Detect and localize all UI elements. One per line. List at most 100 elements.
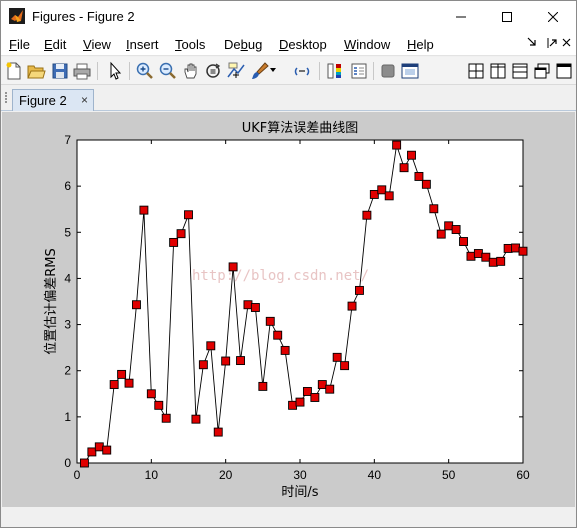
data-point-marker [444,221,454,231]
tile-grid-icon[interactable] [466,61,486,81]
insert-legend-icon[interactable] [349,61,369,81]
data-point-marker [184,210,193,220]
window-title: Figures - Figure 2 [32,9,135,24]
print-icon[interactable] [72,61,92,81]
menu-edit[interactable]: Edit [44,37,66,52]
menu-tools[interactable]: Tools [175,37,205,52]
x-tick-label: 30 [293,468,307,482]
insert-colorbar-icon[interactable] [325,61,345,81]
data-cursor-icon[interactable] [226,61,246,81]
data-point-marker [511,243,521,253]
menu-view[interactable]: View [83,37,111,52]
data-point-marker [139,205,149,215]
data-point-marker [496,256,506,266]
data-point-marker [109,380,119,390]
menu-bar: File Edit View Insert Tools Debug Deskto… [1,32,576,56]
y-axis-label: 位置估计偏差RMS [44,248,59,355]
close-window-button[interactable] [530,1,576,32]
menu-insert[interactable]: Insert [126,37,159,52]
data-point-marker [228,262,238,272]
show-plot-tools-icon[interactable] [400,61,420,81]
data-point-marker [325,384,335,394]
data-point-marker [221,356,231,366]
data-point-marker [355,285,364,295]
data-point-marker [332,352,342,362]
data-point-marker [488,257,498,267]
left-right-split-icon[interactable] [488,61,508,81]
data-point-marker [369,189,379,199]
data-point-marker [459,237,468,246]
hide-plot-tools-icon[interactable] [378,61,398,81]
data-point-marker [94,442,104,452]
open-file-icon[interactable] [26,61,46,81]
data-point-marker [154,400,164,410]
toolbar-separator [319,62,320,80]
pan-hand-icon[interactable] [181,61,201,81]
data-point-marker [288,400,298,410]
data-point-marker [295,397,305,407]
data-point-marker [310,393,320,402]
top-bottom-split-icon[interactable] [510,61,530,81]
data-point-marker [124,378,134,388]
matlab-app-icon [9,8,25,24]
figure-toolbar [1,57,576,85]
y-tick-label: 7 [64,133,71,147]
close-doc-icon[interactable] [562,37,571,52]
plot-title: UKF算法误差曲线图 [242,121,359,136]
rotate-3d-icon[interactable] [203,61,223,81]
dock-arrow-icon[interactable] [527,37,537,52]
data-point-marker [384,191,394,201]
data-point-marker [161,413,171,423]
x-tick-label: 50 [442,468,456,482]
x-tick-label: 60 [516,468,530,482]
data-point-marker [198,360,208,370]
brush-dropdown-arrow-icon[interactable] [269,66,277,74]
menu-desktop[interactable]: Desktop [279,37,327,52]
new-figure-icon[interactable] [4,61,24,81]
x-axis-label: 时间/s [281,485,318,500]
data-point-marker [87,447,97,457]
data-point-marker [79,458,89,468]
zoom-in-icon[interactable] [135,61,155,81]
menu-file[interactable]: File [9,37,30,52]
float-window-icon[interactable] [532,61,552,81]
figure-canvas: 0 10 20 30 40 50 60 0 1 2 3 4 5 6 7 http://blog.csdn.n… [2,112,575,507]
y-tick-label: 5 [64,225,71,239]
zoom-out-icon[interactable] [158,61,178,81]
y-tick-label: 4 [64,271,71,285]
title-bar: Figures - Figure 2 [1,1,576,32]
tab-figure-2[interactable]: Figure 2 × [12,89,94,111]
toolbar-separator [97,62,98,80]
data-point-marker [132,300,141,310]
data-point-marker [280,345,290,355]
x-tick-label: 40 [368,468,382,482]
plot-svg: 0 10 20 30 40 50 60 0 1 2 3 4 5 6 7 http://blog.csdn.n… [44,121,530,500]
link-plot-icon[interactable] [292,61,312,81]
data-point-marker [399,163,409,173]
y-tick-label: 2 [64,364,71,378]
edit-plot-arrow-icon[interactable] [105,61,125,81]
save-icon[interactable] [50,61,70,81]
x-tick-label: 20 [219,468,233,482]
data-point-marker [362,210,372,220]
menu-help[interactable]: Help [407,37,434,52]
tab-close-icon[interactable]: × [81,93,88,107]
y-tick-label: 0 [64,456,71,470]
status-bar [2,507,575,527]
y-tick-label: 3 [64,318,71,332]
data-point-marker [340,361,350,371]
tab-grip-icon[interactable] [4,91,10,105]
brush-icon[interactable] [250,61,270,81]
undock-arrow-icon[interactable] [547,37,557,52]
maximize-button[interactable] [484,1,530,32]
data-point-marker [317,380,327,390]
data-point-marker [451,225,461,234]
data-point-marker [421,179,431,189]
menu-debug[interactable]: Debug [224,37,262,52]
maximize-pane-icon[interactable] [554,61,574,81]
menu-window[interactable]: Window [344,37,390,52]
data-point-marker [117,369,127,379]
minimize-button[interactable] [438,1,484,32]
data-point-marker [191,414,201,424]
data-point-marker [176,229,186,239]
